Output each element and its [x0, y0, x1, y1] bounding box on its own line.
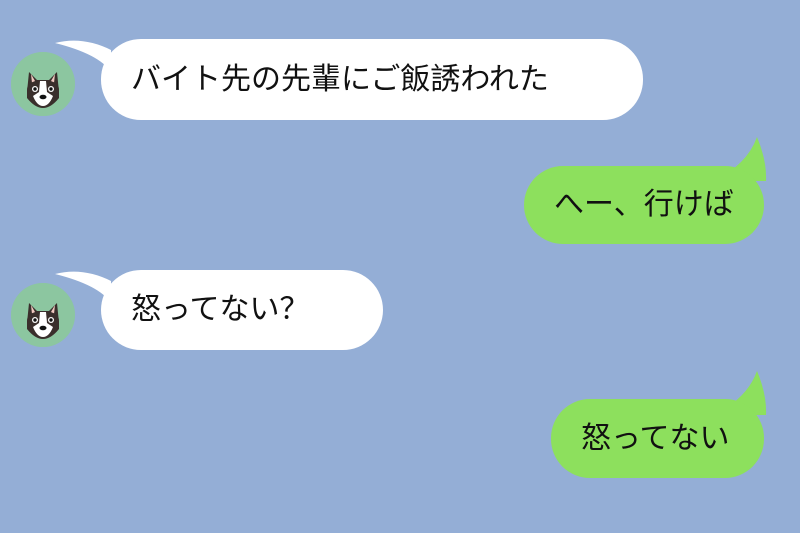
- message-bubble: バイト先の先輩にご飯誘われた: [101, 39, 643, 120]
- message-text: バイト先の先輩にご飯誘われた: [131, 61, 549, 97]
- message-text: 怒ってない: [581, 420, 730, 456]
- message-text: へー、行けば: [554, 187, 734, 222]
- chat-thread: バイト先の先輩にご飯誘われた へー、行けば 怒ってない？ 怒ってない: [0, 0, 800, 533]
- message-bubble: へー、行けば: [524, 166, 764, 244]
- message-bubble: 怒ってない: [551, 399, 764, 478]
- message-text: 怒ってない？: [131, 292, 310, 327]
- message-bubble: 怒ってない？: [101, 270, 383, 350]
